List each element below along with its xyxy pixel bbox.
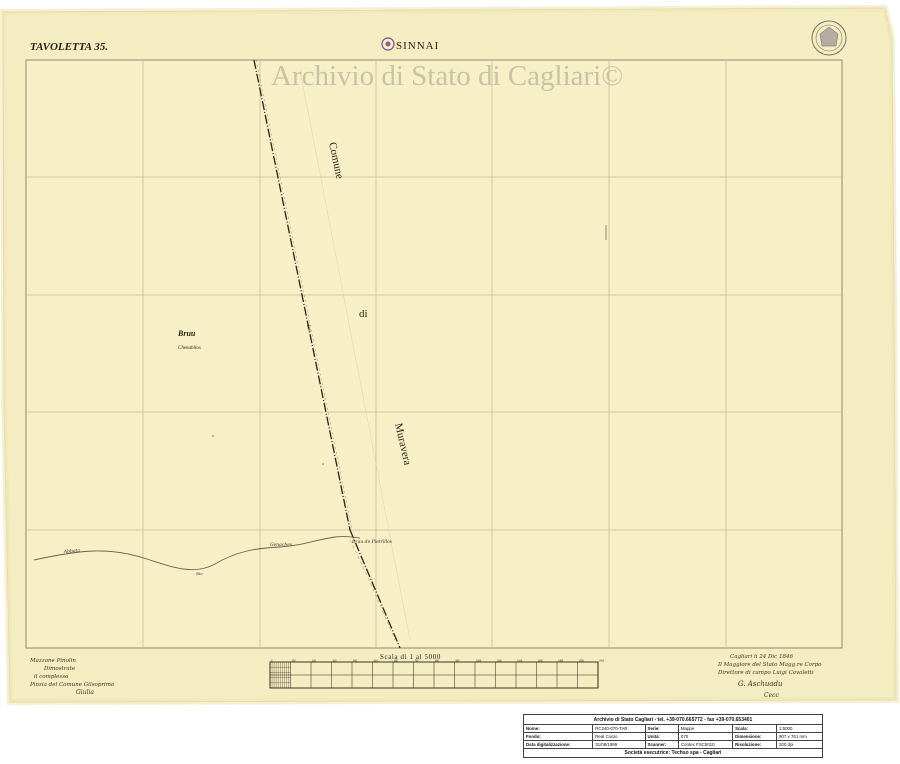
river-label-4: Bruu de Pietrillos	[351, 539, 393, 545]
watermark: Archivio di Stato di Cagliari©	[271, 60, 623, 92]
info-key: Nome:	[522, 724, 594, 733]
info-value: 31/08/1999	[592, 740, 646, 749]
svg-text:Pinzia del Comune Gilsoprimo: Pinzia del Comune Gilsoprimo	[29, 682, 115, 688]
info-footer: Società esecutrice: Techso spa - Cagliar…	[523, 748, 823, 758]
archive-info-panel: Archivio di Stato Cagliari - tel. +39-07…	[522, 714, 824, 758]
info-header: Archivio di Stato Cagliari - tel. +39-07…	[523, 714, 823, 725]
info-key: Serie:	[644, 724, 679, 733]
info-key: Risoluzione:	[732, 740, 777, 749]
info-value: Mappe	[677, 724, 734, 733]
info-key: Dimensione:	[732, 732, 777, 741]
region-sublabel: Chenabllos	[178, 346, 201, 351]
scale-tick-label: 1000	[476, 660, 482, 663]
scale-tick-label: 1200	[517, 660, 523, 663]
scale-tick-label: 1300	[538, 660, 544, 663]
river-label-3: Genaches	[270, 542, 293, 548]
svg-text:Il Maggiore del Stato Magg.re: Il Maggiore del Stato Magg.re Corpo	[717, 662, 822, 668]
info-key: Unità:	[644, 732, 679, 741]
info-value: Real Corpo	[592, 732, 646, 741]
place-name: SINNAI	[396, 40, 439, 52]
svg-text:Giulia: Giulia	[76, 689, 94, 696]
info-key: Scala:	[732, 724, 777, 733]
scale-tick-label: 1400	[558, 660, 564, 663]
svg-text:il complesso: il complesso	[34, 674, 69, 680]
info-value: RC240-070-TAR	[592, 724, 646, 733]
svg-text:G. Aschuadu: G. Aschuadu	[738, 680, 783, 688]
svg-text:Cecc: Cecc	[764, 692, 780, 699]
svg-text:Mazzone Pinolin: Mazzone Pinolin	[29, 658, 76, 664]
di-label: di	[359, 308, 368, 320]
svg-text:Dimostrate: Dimostrate	[43, 666, 76, 672]
svg-text:Cagliari li 24 Dic 1846: Cagliari li 24 Dic 1846	[730, 654, 793, 660]
map-canvas: TAVOLETTA 35. SINNAI Archivio di Stato d…	[0, 0, 900, 764]
scale-tick-label: 1500	[579, 660, 585, 663]
info-key: Fondo:	[522, 732, 594, 741]
info-key: Scanner:	[644, 740, 679, 749]
info-value: 070	[677, 732, 734, 741]
info-value: 907 x 761 mm	[775, 732, 824, 741]
tavoletta-label: TAVOLETTA 35.	[30, 41, 108, 53]
region-label: Bruu	[177, 329, 196, 338]
map-sheet: TAVOLETTA 35. SINNAI Archivio di Stato d…	[0, 0, 900, 764]
scale-tick-label: 1100	[497, 660, 503, 663]
info-value: Contex FSC5010	[677, 740, 734, 749]
scale-label: Scala di 1 al 5000	[380, 653, 441, 661]
svg-text:Direttore di campo Luigi Caval: Direttore di campo Luigi Cavaletti	[717, 670, 814, 676]
info-value: 1:5000	[775, 724, 824, 733]
river-label-2: Rio	[195, 571, 203, 576]
info-key: Data digitalizzazione:	[522, 740, 594, 749]
info-value: 200 dpi	[775, 740, 824, 749]
scale-tick-label: 1600	[599, 660, 605, 663]
